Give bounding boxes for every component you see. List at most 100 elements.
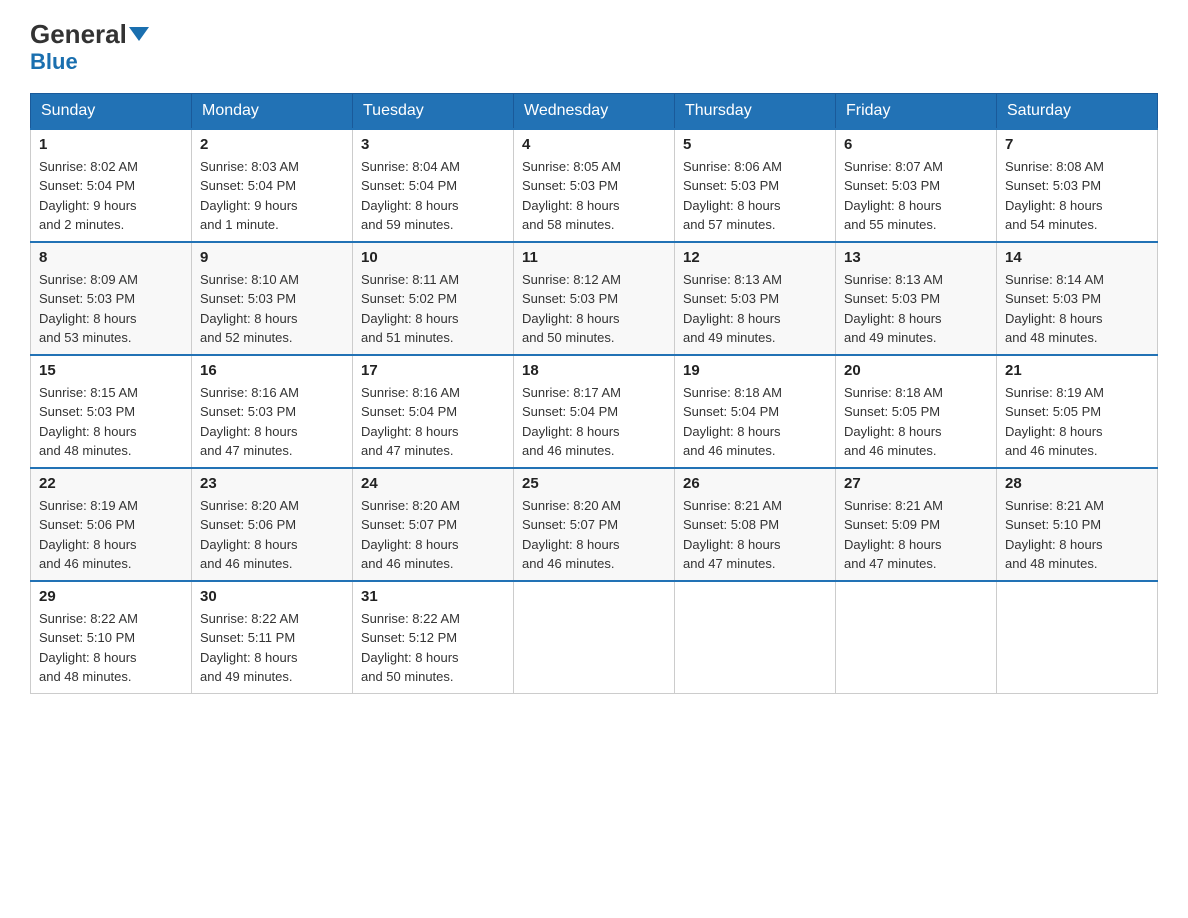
day-info: Sunrise: 8:04 AMSunset: 5:04 PMDaylight:…	[361, 159, 460, 233]
day-info: Sunrise: 8:13 AMSunset: 5:03 PMDaylight:…	[683, 272, 782, 346]
calendar-cell: 10 Sunrise: 8:11 AMSunset: 5:02 PMDaylig…	[353, 242, 514, 355]
calendar-week-row: 29 Sunrise: 8:22 AMSunset: 5:10 PMDaylig…	[31, 581, 1158, 694]
day-of-week-header: Sunday	[31, 93, 192, 129]
day-number: 12	[683, 249, 827, 266]
calendar-cell: 20 Sunrise: 8:18 AMSunset: 5:05 PMDaylig…	[836, 355, 997, 468]
day-number: 29	[39, 588, 183, 605]
day-info: Sunrise: 8:21 AMSunset: 5:10 PMDaylight:…	[1005, 498, 1104, 572]
calendar-table: SundayMondayTuesdayWednesdayThursdayFrid…	[30, 93, 1158, 694]
calendar-cell: 7 Sunrise: 8:08 AMSunset: 5:03 PMDayligh…	[997, 129, 1158, 242]
calendar-cell	[514, 581, 675, 694]
day-of-week-header: Tuesday	[353, 93, 514, 129]
calendar-cell: 15 Sunrise: 8:15 AMSunset: 5:03 PMDaylig…	[31, 355, 192, 468]
calendar-cell: 31 Sunrise: 8:22 AMSunset: 5:12 PMDaylig…	[353, 581, 514, 694]
day-number: 14	[1005, 249, 1149, 266]
day-info: Sunrise: 8:19 AMSunset: 5:06 PMDaylight:…	[39, 498, 138, 572]
calendar-cell: 4 Sunrise: 8:05 AMSunset: 5:03 PMDayligh…	[514, 129, 675, 242]
calendar-cell: 25 Sunrise: 8:20 AMSunset: 5:07 PMDaylig…	[514, 468, 675, 581]
calendar-cell	[836, 581, 997, 694]
calendar-cell: 28 Sunrise: 8:21 AMSunset: 5:10 PMDaylig…	[997, 468, 1158, 581]
day-of-week-header: Saturday	[997, 93, 1158, 129]
day-number: 15	[39, 362, 183, 379]
day-info: Sunrise: 8:13 AMSunset: 5:03 PMDaylight:…	[844, 272, 943, 346]
calendar-cell: 30 Sunrise: 8:22 AMSunset: 5:11 PMDaylig…	[192, 581, 353, 694]
calendar-cell: 19 Sunrise: 8:18 AMSunset: 5:04 PMDaylig…	[675, 355, 836, 468]
calendar-cell: 13 Sunrise: 8:13 AMSunset: 5:03 PMDaylig…	[836, 242, 997, 355]
day-info: Sunrise: 8:19 AMSunset: 5:05 PMDaylight:…	[1005, 385, 1104, 459]
calendar-cell: 26 Sunrise: 8:21 AMSunset: 5:08 PMDaylig…	[675, 468, 836, 581]
logo: General Blue	[30, 20, 149, 75]
logo-general: General	[30, 20, 127, 49]
day-info: Sunrise: 8:12 AMSunset: 5:03 PMDaylight:…	[522, 272, 621, 346]
day-info: Sunrise: 8:21 AMSunset: 5:09 PMDaylight:…	[844, 498, 943, 572]
day-info: Sunrise: 8:09 AMSunset: 5:03 PMDaylight:…	[39, 272, 138, 346]
day-number: 6	[844, 136, 988, 153]
calendar-week-row: 1 Sunrise: 8:02 AMSunset: 5:04 PMDayligh…	[31, 129, 1158, 242]
calendar-header-row: SundayMondayTuesdayWednesdayThursdayFrid…	[31, 93, 1158, 129]
calendar-cell: 6 Sunrise: 8:07 AMSunset: 5:03 PMDayligh…	[836, 129, 997, 242]
day-info: Sunrise: 8:05 AMSunset: 5:03 PMDaylight:…	[522, 159, 621, 233]
day-number: 21	[1005, 362, 1149, 379]
calendar-week-row: 8 Sunrise: 8:09 AMSunset: 5:03 PMDayligh…	[31, 242, 1158, 355]
day-number: 18	[522, 362, 666, 379]
day-number: 19	[683, 362, 827, 379]
day-of-week-header: Wednesday	[514, 93, 675, 129]
day-number: 10	[361, 249, 505, 266]
day-number: 5	[683, 136, 827, 153]
day-number: 9	[200, 249, 344, 266]
calendar-cell	[675, 581, 836, 694]
day-number: 3	[361, 136, 505, 153]
day-info: Sunrise: 8:02 AMSunset: 5:04 PMDaylight:…	[39, 159, 138, 233]
logo-blue: Blue	[30, 49, 78, 74]
calendar-cell: 3 Sunrise: 8:04 AMSunset: 5:04 PMDayligh…	[353, 129, 514, 242]
calendar-cell: 17 Sunrise: 8:16 AMSunset: 5:04 PMDaylig…	[353, 355, 514, 468]
day-info: Sunrise: 8:08 AMSunset: 5:03 PMDaylight:…	[1005, 159, 1104, 233]
calendar-cell: 5 Sunrise: 8:06 AMSunset: 5:03 PMDayligh…	[675, 129, 836, 242]
day-info: Sunrise: 8:18 AMSunset: 5:04 PMDaylight:…	[683, 385, 782, 459]
day-info: Sunrise: 8:17 AMSunset: 5:04 PMDaylight:…	[522, 385, 621, 459]
day-info: Sunrise: 8:10 AMSunset: 5:03 PMDaylight:…	[200, 272, 299, 346]
day-info: Sunrise: 8:22 AMSunset: 5:10 PMDaylight:…	[39, 611, 138, 685]
day-info: Sunrise: 8:07 AMSunset: 5:03 PMDaylight:…	[844, 159, 943, 233]
day-number: 17	[361, 362, 505, 379]
day-number: 13	[844, 249, 988, 266]
day-info: Sunrise: 8:15 AMSunset: 5:03 PMDaylight:…	[39, 385, 138, 459]
day-number: 24	[361, 475, 505, 492]
logo-triangle-icon	[129, 27, 149, 41]
calendar-cell: 11 Sunrise: 8:12 AMSunset: 5:03 PMDaylig…	[514, 242, 675, 355]
calendar-cell: 21 Sunrise: 8:19 AMSunset: 5:05 PMDaylig…	[997, 355, 1158, 468]
calendar-cell: 18 Sunrise: 8:17 AMSunset: 5:04 PMDaylig…	[514, 355, 675, 468]
day-info: Sunrise: 8:22 AMSunset: 5:11 PMDaylight:…	[200, 611, 299, 685]
calendar-cell: 23 Sunrise: 8:20 AMSunset: 5:06 PMDaylig…	[192, 468, 353, 581]
calendar-cell: 27 Sunrise: 8:21 AMSunset: 5:09 PMDaylig…	[836, 468, 997, 581]
day-number: 23	[200, 475, 344, 492]
day-number: 22	[39, 475, 183, 492]
day-info: Sunrise: 8:11 AMSunset: 5:02 PMDaylight:…	[361, 272, 459, 346]
day-info: Sunrise: 8:14 AMSunset: 5:03 PMDaylight:…	[1005, 272, 1104, 346]
calendar-cell	[997, 581, 1158, 694]
day-number: 1	[39, 136, 183, 153]
day-number: 25	[522, 475, 666, 492]
day-info: Sunrise: 8:16 AMSunset: 5:04 PMDaylight:…	[361, 385, 460, 459]
day-info: Sunrise: 8:20 AMSunset: 5:07 PMDaylight:…	[522, 498, 621, 572]
day-of-week-header: Friday	[836, 93, 997, 129]
day-info: Sunrise: 8:03 AMSunset: 5:04 PMDaylight:…	[200, 159, 299, 233]
day-number: 30	[200, 588, 344, 605]
day-info: Sunrise: 8:21 AMSunset: 5:08 PMDaylight:…	[683, 498, 782, 572]
day-number: 20	[844, 362, 988, 379]
day-number: 31	[361, 588, 505, 605]
day-number: 11	[522, 249, 666, 266]
page-header: General Blue	[30, 20, 1158, 75]
day-info: Sunrise: 8:22 AMSunset: 5:12 PMDaylight:…	[361, 611, 460, 685]
calendar-cell: 24 Sunrise: 8:20 AMSunset: 5:07 PMDaylig…	[353, 468, 514, 581]
day-number: 26	[683, 475, 827, 492]
day-info: Sunrise: 8:16 AMSunset: 5:03 PMDaylight:…	[200, 385, 299, 459]
calendar-week-row: 22 Sunrise: 8:19 AMSunset: 5:06 PMDaylig…	[31, 468, 1158, 581]
calendar-cell: 8 Sunrise: 8:09 AMSunset: 5:03 PMDayligh…	[31, 242, 192, 355]
day-number: 2	[200, 136, 344, 153]
day-info: Sunrise: 8:18 AMSunset: 5:05 PMDaylight:…	[844, 385, 943, 459]
calendar-cell: 12 Sunrise: 8:13 AMSunset: 5:03 PMDaylig…	[675, 242, 836, 355]
day-number: 7	[1005, 136, 1149, 153]
calendar-cell: 22 Sunrise: 8:19 AMSunset: 5:06 PMDaylig…	[31, 468, 192, 581]
day-number: 4	[522, 136, 666, 153]
